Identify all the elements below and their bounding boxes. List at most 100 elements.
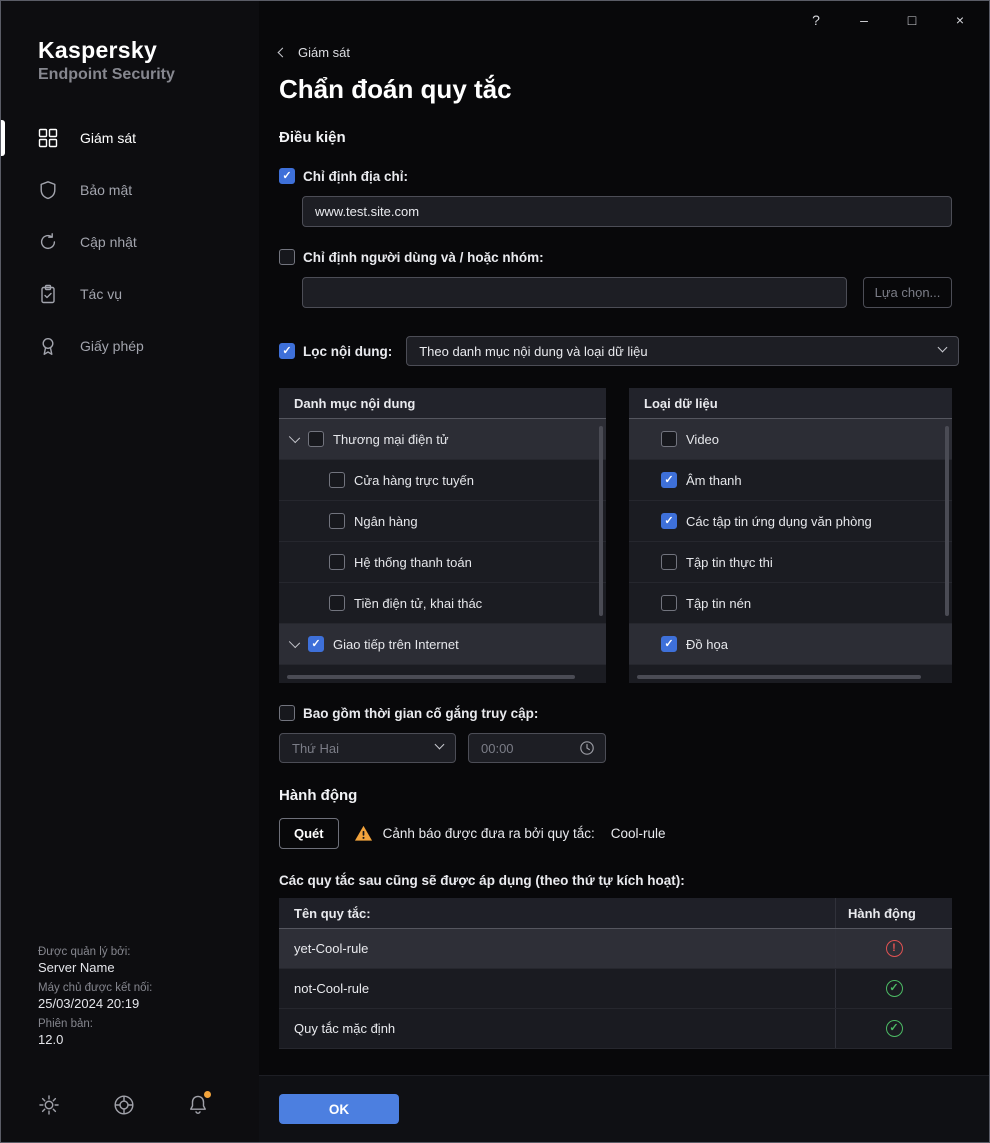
row-label: Cửa hàng trực tuyến bbox=[354, 472, 475, 488]
list-item[interactable]: Cửa hàng trực tuyến bbox=[279, 460, 606, 501]
row-checkbox[interactable]: ✓ bbox=[661, 636, 677, 652]
sidebar-item-update[interactable]: Cập nhật bbox=[1, 216, 259, 268]
sidebar-item-license[interactable]: Giấy phép bbox=[1, 320, 259, 372]
security-icon bbox=[38, 180, 58, 200]
notification-badge bbox=[204, 1091, 211, 1098]
day-select[interactable]: Thứ Hai bbox=[279, 733, 456, 763]
row-label: Âm thanh bbox=[686, 472, 742, 488]
check-icon: ✓ bbox=[664, 473, 674, 486]
sidebar-footer: Được quản lý bởi: Server Name Máy chủ đư… bbox=[38, 939, 152, 1047]
check-icon: ✓ bbox=[282, 169, 292, 182]
list-item[interactable]: Tiền điện tử, khai thác bbox=[279, 583, 606, 624]
back-label: Giám sát bbox=[298, 45, 351, 60]
column-header-action: Hành động bbox=[835, 898, 952, 928]
list-item[interactable]: ✓ Đồ họa bbox=[629, 624, 952, 665]
users-label: Chỉ định người dùng và / hoặc nhóm: bbox=[303, 249, 544, 265]
row-checkbox[interactable] bbox=[329, 472, 345, 488]
column-header-name: Tên quy tắc: bbox=[294, 905, 371, 921]
sidebar-menu: Giám sát Bảo mật Cập nhật Tác vụ Giấy ph… bbox=[1, 112, 259, 372]
footer-bar: OK bbox=[259, 1075, 989, 1142]
brand: Kaspersky Endpoint Security bbox=[1, 1, 259, 84]
chevron-down-icon[interactable] bbox=[288, 636, 301, 648]
sidebar-item-tasks[interactable]: Tác vụ bbox=[1, 268, 259, 320]
sidebar-item-security[interactable]: Bảo mật bbox=[1, 164, 259, 216]
list-item[interactable]: Ngân hàng bbox=[279, 501, 606, 542]
time-input[interactable]: 00:00 bbox=[468, 733, 606, 763]
content-filter-select[interactable]: Theo danh mục nội dung và loại dữ liệu bbox=[406, 336, 960, 366]
vertical-scrollbar[interactable] bbox=[599, 426, 603, 616]
managed-by-value: Server Name bbox=[38, 960, 115, 975]
connected-server-label: Máy chủ được kết nối: bbox=[38, 982, 153, 994]
connected-server-value: 25/03/2024 20:19 bbox=[38, 996, 140, 1011]
select-users-button[interactable]: Lựa chọn... bbox=[863, 277, 952, 308]
list-item[interactable]: ✓ Giao tiếp trên Internet bbox=[279, 624, 606, 665]
data-types-panel: Loại dữ liệu Video ✓ Âm thanh ✓ Các tập … bbox=[629, 388, 952, 683]
row-checkbox[interactable] bbox=[329, 554, 345, 570]
ok-button[interactable]: OK bbox=[279, 1094, 399, 1124]
sidebar-item-monitoring[interactable]: Giám sát bbox=[1, 112, 259, 164]
app-window: ? – □ × Kaspersky Endpoint Security Giám… bbox=[0, 0, 990, 1143]
list-item[interactable]: ✓ Các tập tin ứng dụng văn phòng bbox=[629, 501, 952, 542]
users-checkbox[interactable] bbox=[279, 249, 295, 265]
managed-by-label: Được quản lý bởi: bbox=[38, 946, 131, 958]
row-checkbox[interactable] bbox=[661, 554, 677, 570]
version-label: Phiên bản: bbox=[38, 1018, 93, 1030]
row-checkbox[interactable] bbox=[329, 595, 345, 611]
table-row[interactable]: yet-Cool-rule ! bbox=[279, 929, 952, 969]
close-button[interactable]: × bbox=[951, 12, 969, 28]
row-checkbox[interactable] bbox=[661, 595, 677, 611]
day-select-value: Thứ Hai bbox=[292, 740, 339, 756]
time-checkbox[interactable] bbox=[279, 705, 295, 721]
row-checkbox[interactable] bbox=[329, 513, 345, 529]
row-checkbox[interactable]: ✓ bbox=[661, 472, 677, 488]
notifications-bell-icon[interactable] bbox=[187, 1091, 211, 1116]
back-link[interactable]: Giám sát bbox=[277, 45, 351, 60]
check-icon: ✓ bbox=[664, 514, 674, 527]
check-icon: ✓ bbox=[311, 637, 321, 650]
settings-gear-icon[interactable] bbox=[38, 1094, 60, 1116]
chevron-down-icon bbox=[434, 739, 445, 750]
filter-panels: Danh mục nội dung Thương mại điện tử Cửa… bbox=[279, 388, 989, 683]
table-row[interactable]: Quy tắc mặc định ✓ bbox=[279, 1009, 952, 1049]
rules-table: Tên quy tắc: Hành động yet-Cool-rule ! n… bbox=[279, 898, 952, 1049]
maximize-button[interactable]: □ bbox=[903, 12, 921, 28]
support-icon[interactable] bbox=[113, 1094, 135, 1116]
content-filter-checkbox[interactable]: ✓ bbox=[279, 343, 295, 359]
list-item[interactable]: Hệ thống thanh toán bbox=[279, 542, 606, 583]
list-item[interactable]: Thương mại điện tử bbox=[279, 419, 606, 460]
time-controls-row: Thứ Hai 00:00 bbox=[279, 733, 989, 763]
row-checkbox[interactable] bbox=[661, 431, 677, 447]
rule-name: yet-Cool-rule bbox=[294, 941, 369, 956]
table-header-row: Tên quy tắc: Hành động bbox=[279, 898, 952, 929]
window-controls: ? – □ × bbox=[807, 12, 969, 28]
list-item[interactable]: Tập tin thực thi bbox=[629, 542, 952, 583]
address-input[interactable] bbox=[302, 196, 952, 227]
row-label: Giao tiếp trên Internet bbox=[333, 636, 459, 652]
chevron-down-icon[interactable] bbox=[288, 431, 301, 443]
row-checkbox[interactable] bbox=[308, 431, 324, 447]
warning-text: Cảnh báo được đưa ra bởi quy tắc: bbox=[382, 826, 595, 841]
rule-name: Quy tắc mặc định bbox=[294, 1021, 396, 1036]
row-label: Tập tin thực thi bbox=[686, 554, 773, 570]
scan-button[interactable]: Quét bbox=[279, 818, 339, 849]
vertical-scrollbar[interactable] bbox=[945, 426, 949, 616]
content-filter-label: Lọc nội dung: bbox=[303, 343, 393, 359]
help-button[interactable]: ? bbox=[807, 12, 825, 28]
minimize-button[interactable]: – bbox=[855, 12, 873, 28]
row-checkbox[interactable]: ✓ bbox=[661, 513, 677, 529]
list-item[interactable]: ✓ Âm thanh bbox=[629, 460, 952, 501]
horizontal-scrollbar[interactable] bbox=[637, 675, 922, 679]
data-types-panel-header: Loại dữ liệu bbox=[629, 388, 952, 419]
address-checkbox[interactable]: ✓ bbox=[279, 168, 295, 184]
table-row[interactable]: not-Cool-rule ✓ bbox=[279, 969, 952, 1009]
brand-title: Kaspersky bbox=[38, 37, 158, 63]
row-checkbox[interactable]: ✓ bbox=[308, 636, 324, 652]
list-item[interactable]: Tập tin nén bbox=[629, 583, 952, 624]
horizontal-scrollbar[interactable] bbox=[287, 675, 575, 679]
users-input[interactable] bbox=[302, 277, 847, 308]
sidebar-bottom-icons bbox=[38, 1091, 211, 1116]
license-icon bbox=[38, 336, 58, 356]
sidebar: Kaspersky Endpoint Security Giám sát Bảo… bbox=[1, 1, 259, 1142]
time-checkbox-row: Bao gồm thời gian cố gắng truy cập: bbox=[279, 705, 989, 721]
list-item[interactable]: Video bbox=[629, 419, 952, 460]
